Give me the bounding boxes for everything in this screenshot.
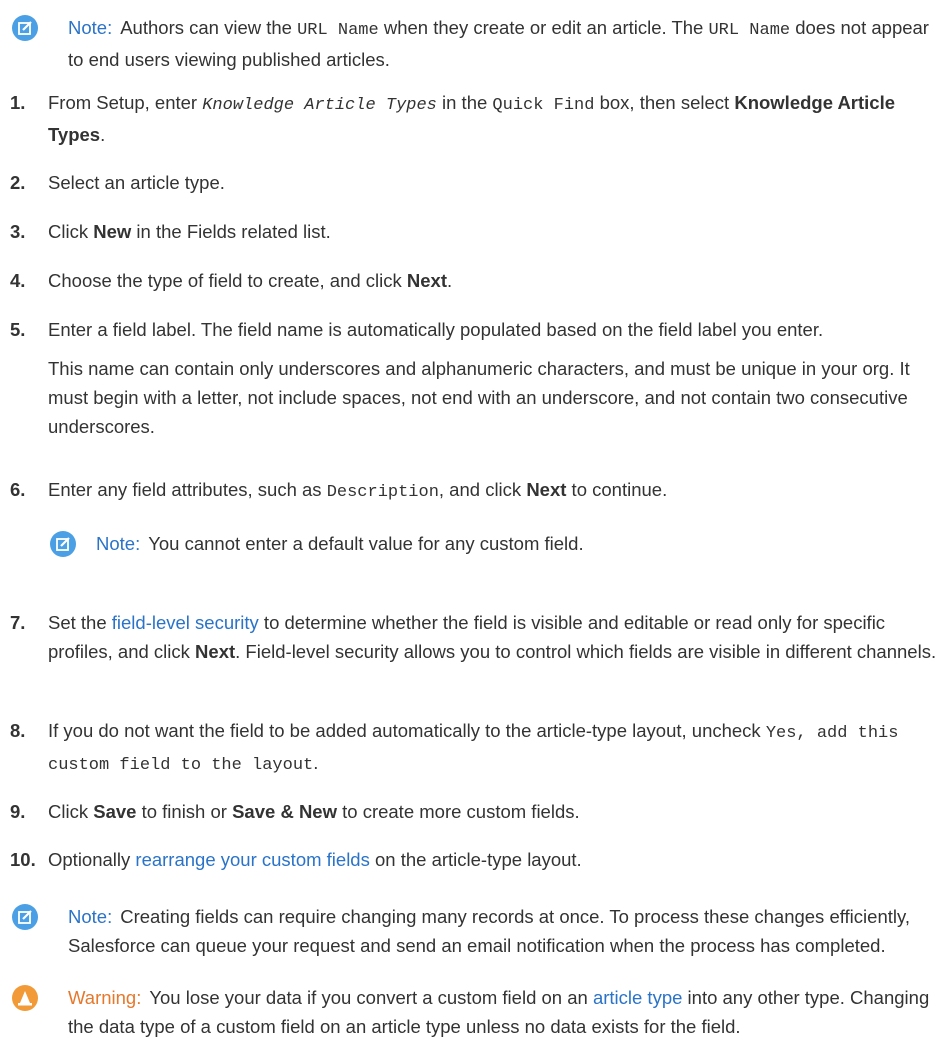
article-type-link[interactable]: article type xyxy=(593,987,682,1008)
list-item: 7. Set the field-level security to deter… xyxy=(10,612,937,662)
note-label: Note: xyxy=(68,906,113,927)
warning-callout: Warning: You lose your data if you conver… xyxy=(12,983,951,1043)
note-edit-icon xyxy=(12,904,38,930)
list-item: 1. From Setup, enter Knowledge Article T… xyxy=(10,92,896,145)
list-item: 8. If you do not want the field to be ad… xyxy=(10,720,899,775)
note-text: Note: Authors can view the URL Name when … xyxy=(68,17,929,70)
note-label: Note: xyxy=(96,533,141,554)
note-callout-top: Note: Authors can view the URL Name when … xyxy=(12,13,942,73)
note-edit-icon xyxy=(50,531,76,557)
note-label: Note: xyxy=(68,17,113,38)
rearrange-custom-fields-link[interactable]: rearrange your custom fields xyxy=(135,849,369,870)
list-item: 5. Enter a field label. The field name i… xyxy=(10,319,910,437)
note-callout-bottom: Note: Creating fields can require changin… xyxy=(12,902,951,962)
warning-cone-icon xyxy=(12,985,38,1011)
note-edit-icon xyxy=(12,15,38,41)
field-level-security-link[interactable]: field-level security xyxy=(112,612,259,633)
note-callout-step6: Note: You cannot enter a default value fo… xyxy=(50,529,940,561)
warning-label: Warning: xyxy=(68,987,142,1008)
